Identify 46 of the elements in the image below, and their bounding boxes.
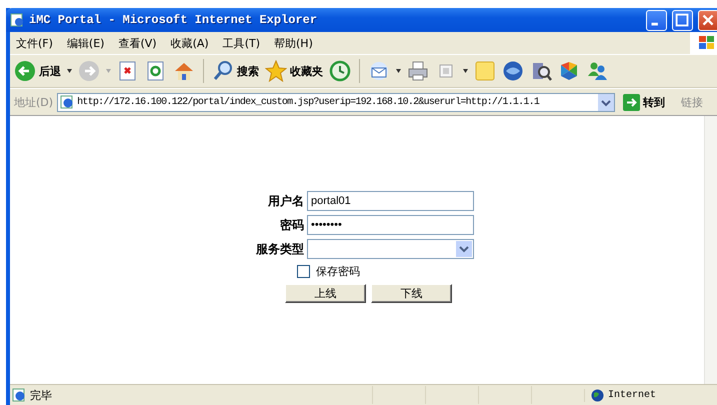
- page-icon: [10, 13, 24, 27]
- checkbox[interactable]: [297, 265, 310, 278]
- close-icon[interactable]: [698, 10, 717, 30]
- maximize-icon[interactable]: [672, 10, 693, 30]
- search-icon[interactable]: [212, 60, 234, 82]
- go-button[interactable]: 转到: [619, 94, 670, 110]
- menu-item[interactable]: 帮助(H): [274, 36, 313, 50]
- menu-item[interactable]: 查看(V): [118, 36, 157, 50]
- caret-icon[interactable]: [67, 69, 72, 73]
- printer-icon[interactable]: [407, 60, 429, 82]
- caret-icon[interactable]: [463, 69, 468, 73]
- caret-icon[interactable]: [396, 69, 401, 73]
- submit-button[interactable]: 下线: [371, 284, 452, 303]
- field-label: 密码: [279, 216, 304, 234]
- submit-button[interactable]: 上线: [285, 284, 366, 303]
- window-title: iMC Portal - Microsoft Internet Explorer: [29, 13, 318, 27]
- input-field[interactable]: ••••••••: [307, 215, 474, 235]
- messenger-icon[interactable]: [586, 60, 608, 82]
- scrollbar[interactable]: [704, 116, 717, 384]
- address-label: 地址(D): [14, 94, 54, 110]
- globe-icon: [591, 388, 604, 402]
- select-field[interactable]: [307, 239, 474, 259]
- menu-item[interactable]: 文件(F): [16, 36, 53, 50]
- menu-item[interactable]: 工具(T): [222, 36, 260, 50]
- favorites-label[interactable]: 收藏夹: [290, 64, 323, 78]
- history-icon[interactable]: [329, 60, 351, 82]
- back-icon[interactable]: [14, 60, 36, 82]
- field-label: 服务类型: [254, 240, 304, 258]
- page-icon: [60, 95, 74, 109]
- windows-logo-icon: [698, 35, 716, 51]
- menu-item[interactable]: 编辑(E): [66, 36, 104, 50]
- status-text: 完毕: [30, 388, 53, 402]
- back-label[interactable]: 后退: [39, 64, 61, 78]
- mail-icon[interactable]: [368, 60, 390, 82]
- star-icon[interactable]: [265, 60, 287, 82]
- field-label: 用户名: [267, 192, 304, 210]
- globe-icon[interactable]: [502, 60, 524, 82]
- home-icon[interactable]: [173, 60, 195, 82]
- checkbox-label[interactable]: 保存密码: [316, 264, 360, 279]
- search-label[interactable]: 搜索: [237, 64, 259, 78]
- minimize-icon[interactable]: [646, 10, 667, 30]
- input-field[interactable]: portal01: [307, 191, 474, 211]
- address-field[interactable]: http://172.16.100.122/portal/index_custom.jsp?userip=192.168.10.2&userurl=http://1.1.1.1: [57, 92, 616, 112]
- zone-label: Internet: [608, 390, 656, 400]
- menu-item[interactable]: 收藏(A): [170, 36, 209, 50]
- page-icon: [12, 388, 26, 402]
